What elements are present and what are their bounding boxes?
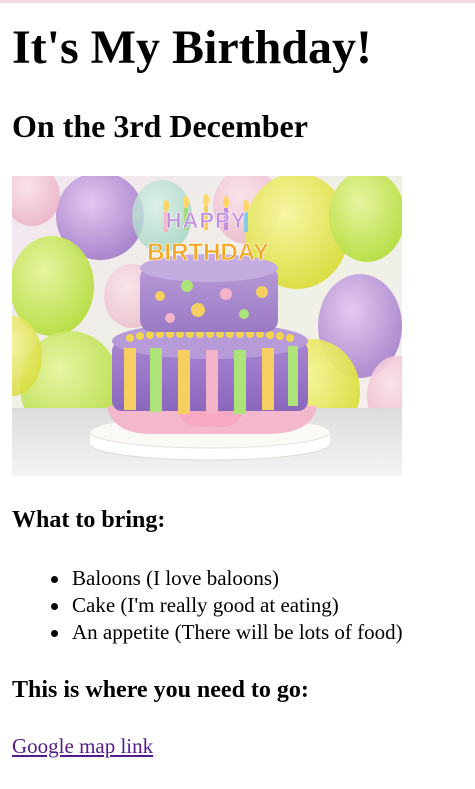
birthday-cake-image: HAPPY BIRTHDAY (12, 176, 402, 476)
list-item: Baloons (I love baloons) (12, 565, 403, 592)
list-item: An appetite (There will be lots of food) (12, 619, 403, 646)
bring-list: Baloons (I love baloons) Cake (I'm reall… (12, 565, 403, 646)
page-subtitle: On the 3rd December (12, 108, 308, 144)
what-to-bring-heading: What to bring: (12, 507, 166, 533)
list-item: Cake (I'm really good at eating) (12, 592, 403, 619)
bullet-icon (51, 603, 58, 610)
top-divider (0, 0, 475, 3)
bullet-icon (51, 576, 58, 583)
cake-topper-birthday: BIRTHDAY (147, 239, 269, 266)
google-map-link[interactable]: Google map link (12, 733, 153, 760)
list-item-label: Baloons (I love baloons) (72, 566, 280, 590)
bullet-icon (51, 630, 58, 637)
page-title: It's My Birthday! (12, 21, 372, 74)
cake-topper-happy: HAPPY (166, 208, 247, 233)
list-item-label: Cake (I'm really good at eating) (72, 593, 339, 617)
where-to-go-heading: This is where you need to go: (12, 677, 309, 703)
list-item-label: An appetite (There will be lots of food) (72, 620, 403, 644)
